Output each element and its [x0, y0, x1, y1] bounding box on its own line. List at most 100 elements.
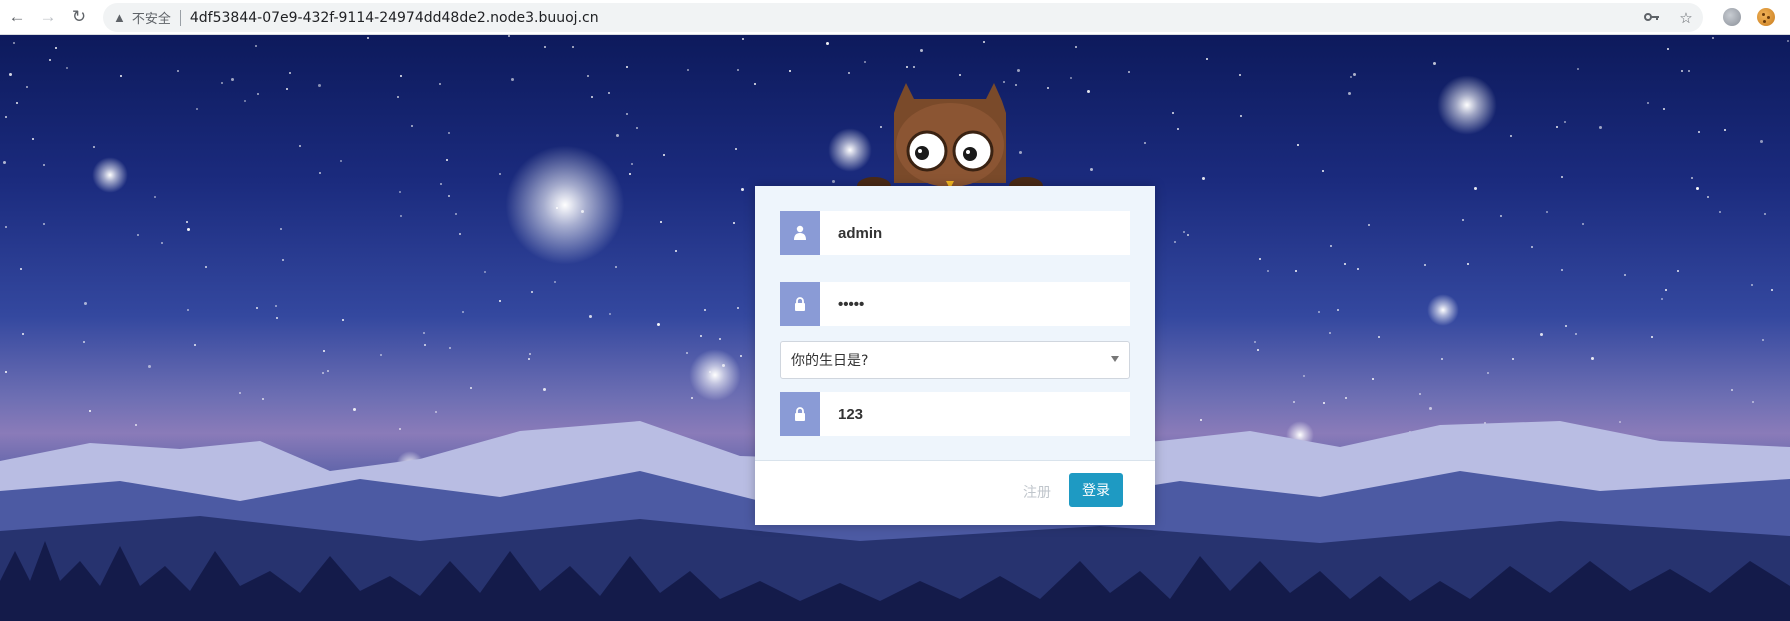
star-dot	[1183, 231, 1185, 233]
star-dot	[16, 102, 18, 104]
star-glow	[505, 145, 625, 265]
star-dot	[231, 78, 234, 81]
star-dot	[5, 226, 7, 228]
star-dot	[1719, 211, 1721, 213]
star-dot	[1087, 90, 1090, 93]
star-dot	[161, 242, 163, 244]
answer-field[interactable]: 123	[780, 392, 1130, 436]
star-dot	[1724, 129, 1726, 131]
star-dot	[280, 228, 282, 230]
star-dot	[687, 69, 689, 71]
forward-icon[interactable]: →	[34, 3, 62, 31]
star-dot	[742, 38, 744, 40]
star-dot	[1467, 263, 1469, 265]
star-dot	[508, 35, 510, 37]
address-bar[interactable]: ▲ 不安全 4df53844-07e9-432f-9114-24974dd48d…	[103, 3, 1703, 32]
star-dot	[572, 46, 574, 48]
star-dot	[554, 281, 556, 283]
star-dot	[1177, 128, 1179, 130]
star-dot	[342, 319, 344, 321]
star-dot	[587, 75, 589, 77]
star-dot	[1441, 358, 1443, 360]
star-dot	[137, 234, 139, 236]
star-dot	[20, 268, 22, 270]
star-dot	[657, 323, 660, 326]
star-dot	[1575, 333, 1577, 335]
star-dot	[221, 82, 223, 84]
star-dot	[1771, 289, 1773, 291]
star-dot	[511, 78, 514, 81]
star-dot	[340, 160, 342, 162]
star-dot	[660, 221, 662, 223]
star-dot	[1240, 115, 1242, 117]
globe-extension-icon[interactable]	[1723, 8, 1741, 26]
star-dot	[276, 317, 278, 319]
star-dot	[1691, 177, 1693, 179]
star-dot	[1731, 389, 1733, 391]
star-dot	[1500, 215, 1502, 217]
back-icon[interactable]: ←	[3, 3, 31, 31]
star-dot	[323, 350, 325, 352]
star-dot	[239, 392, 241, 394]
star-dot	[1696, 187, 1699, 190]
star-dot	[1295, 270, 1297, 272]
star-dot	[499, 300, 501, 302]
star-dot	[448, 195, 450, 197]
star-dot	[1561, 176, 1563, 178]
star-dot	[318, 84, 321, 87]
star-dot	[448, 132, 450, 134]
star-dot	[1577, 68, 1579, 70]
star-dot	[299, 145, 301, 147]
star-dot	[615, 266, 617, 268]
star-icon[interactable]: ☆	[1669, 9, 1703, 27]
star-dot	[609, 313, 611, 315]
login-button[interactable]: 登录	[1069, 473, 1123, 507]
star-dot	[83, 341, 85, 343]
star-dot	[529, 353, 531, 355]
star-dot	[920, 49, 923, 52]
star-dot	[1787, 40, 1789, 42]
security-question-select[interactable]: 你的生日是?	[780, 341, 1130, 379]
url-text[interactable]: 4df53844-07e9-432f-9114-24974dd48de2.nod…	[190, 10, 599, 26]
star-glow	[1437, 75, 1497, 135]
star-dot	[543, 388, 546, 391]
star-dot	[1651, 336, 1653, 338]
star-dot	[205, 266, 207, 268]
username-input[interactable]: admin	[820, 211, 1130, 255]
password-input[interactable]: •••••	[820, 282, 1130, 326]
star-dot	[1661, 298, 1663, 300]
star-dot	[13, 42, 15, 44]
star-dot	[1462, 219, 1464, 221]
username-field[interactable]: admin	[780, 211, 1130, 255]
star-dot	[380, 354, 382, 356]
star-dot	[1531, 246, 1533, 248]
star-glow	[92, 157, 128, 193]
password-field[interactable]: •••••	[780, 282, 1130, 326]
answer-input[interactable]: 123	[820, 392, 1130, 436]
reload-icon[interactable]: ↻	[65, 3, 93, 31]
star-dot	[626, 66, 628, 68]
star-dot	[591, 96, 593, 98]
star-dot	[1257, 349, 1259, 351]
star-dot	[629, 173, 631, 175]
star-dot	[154, 196, 156, 198]
star-dot	[1330, 245, 1332, 247]
star-dot	[1712, 37, 1714, 39]
star-dot	[789, 70, 791, 72]
star-dot	[1433, 62, 1436, 65]
register-link[interactable]: 注册	[1023, 482, 1051, 502]
star-dot	[636, 127, 638, 129]
star-dot	[740, 355, 742, 357]
star-dot	[327, 370, 329, 372]
star-dot	[675, 250, 677, 252]
star-dot	[397, 96, 399, 98]
star-dot	[589, 315, 592, 318]
star-dot	[1647, 102, 1649, 104]
cookie-extension-icon[interactable]	[1757, 8, 1775, 26]
lock-icon	[780, 392, 820, 436]
star-dot	[1202, 177, 1205, 180]
star-dot	[84, 302, 87, 305]
star-dot	[1663, 108, 1665, 110]
star-glow	[1427, 294, 1459, 326]
key-icon[interactable]	[1635, 9, 1669, 26]
